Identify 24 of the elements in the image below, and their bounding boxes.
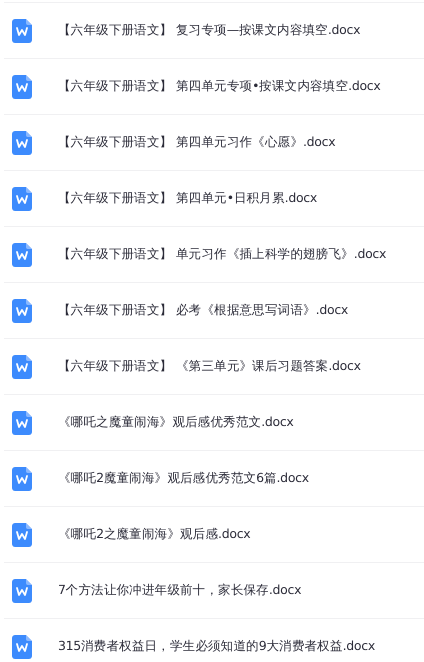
- word-file-icon: [12, 130, 32, 154]
- word-file-icon: [12, 578, 32, 602]
- word-file-icon: [12, 74, 32, 98]
- word-file-icon: [12, 186, 32, 210]
- file-name[interactable]: 【六年级下册语文】 单元习作《插上科学的翅膀飞》.docx: [58, 245, 386, 264]
- file-name[interactable]: 7个方法让你冲进年级前十，家长保存.docx: [58, 581, 302, 600]
- file-name[interactable]: 《哪吒之魔童闹海》观后感优秀范文.docx: [58, 413, 294, 432]
- word-file-icon: [12, 354, 32, 378]
- file-name[interactable]: 【六年级下册语文】 《第三单元》课后习题答案.docx: [58, 357, 361, 376]
- file-name[interactable]: 315消费者权益日，学生必须知道的9大消费者权益.docx: [58, 637, 375, 656]
- file-name[interactable]: 【六年级下册语文】 复习专项—按课文内容填空.docx: [58, 21, 360, 40]
- file-name[interactable]: 《哪吒2之魔童闹海》观后感.docx: [58, 525, 250, 544]
- word-file-icon: [12, 466, 32, 490]
- word-file-icon: [12, 410, 32, 434]
- file-name[interactable]: 【六年级下册语文】 第四单元习作《心愿》.docx: [58, 133, 336, 152]
- word-file-icon: [12, 522, 32, 546]
- file-name[interactable]: 《哪吒2魔童闹海》观后感优秀范文6篇.docx: [58, 469, 309, 488]
- word-file-icon: [12, 298, 32, 322]
- word-file-icon: [12, 242, 32, 266]
- file-name[interactable]: 【六年级下册语文】 必考《根据意思写词语》.docx: [58, 301, 348, 320]
- file-name[interactable]: 【六年级下册语文】 第四单元专项•按课文内容填空.docx: [58, 77, 380, 96]
- word-file-icon: [12, 18, 32, 42]
- file-name[interactable]: 【六年级下册语文】 第四单元•日积月累.docx: [58, 189, 317, 208]
- word-file-icon: [12, 634, 32, 658]
